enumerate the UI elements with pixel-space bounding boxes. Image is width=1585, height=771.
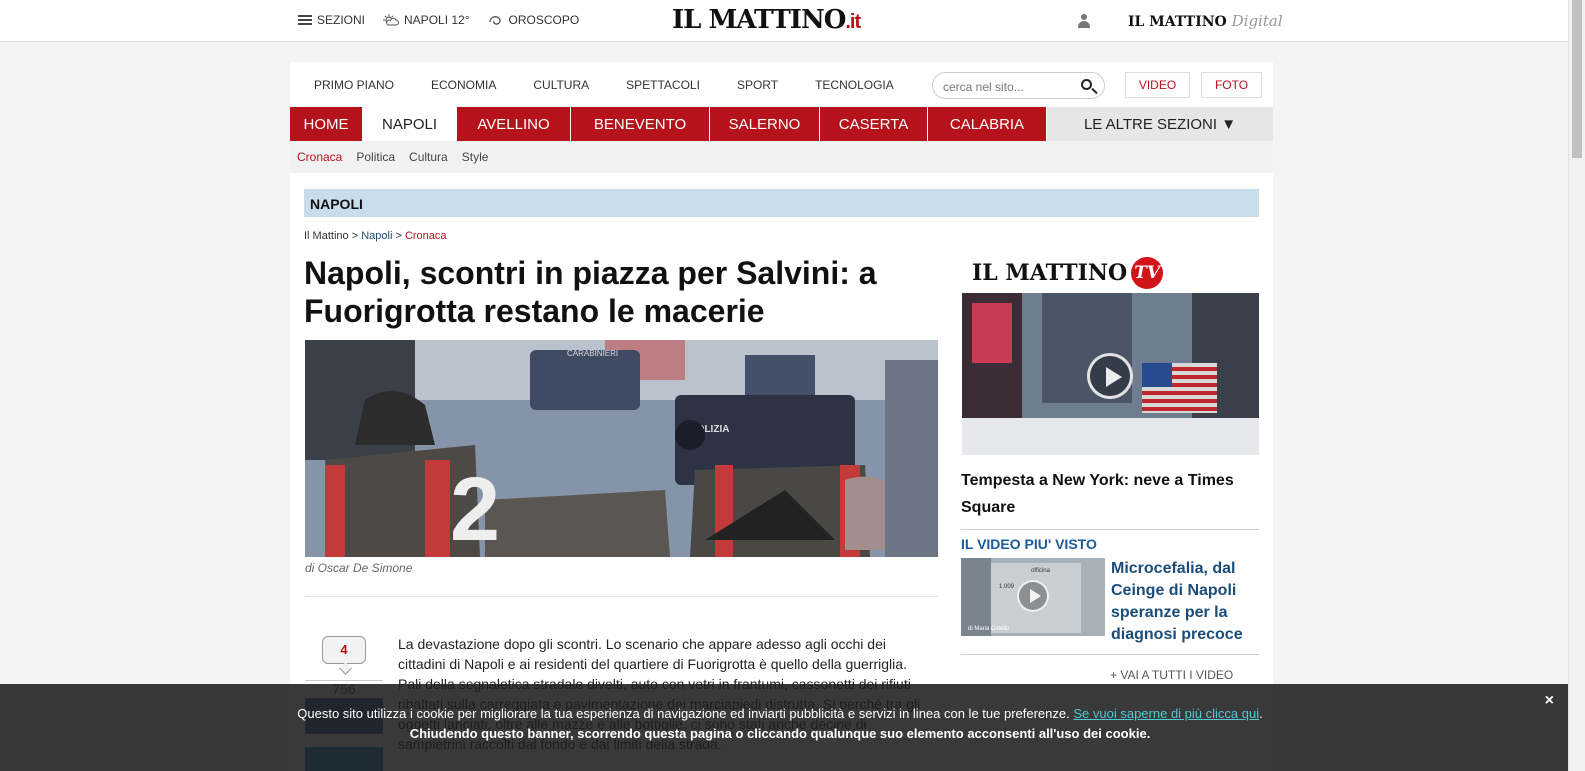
sub-nav: Cronaca Politica Cultura Style: [290, 141, 1273, 173]
horoscope-icon: [488, 16, 501, 25]
hamburger-icon: [298, 15, 312, 25]
digital-edition-logo[interactable]: IL MATTINO Digital: [1128, 12, 1283, 30]
divider: [961, 529, 1259, 530]
tv-badge: TV: [1131, 257, 1164, 289]
nav-item-cultura[interactable]: CULTURA: [533, 78, 589, 92]
city-tab-benevento[interactable]: BENEVENTO: [571, 107, 710, 141]
logo-tld: .it: [845, 11, 861, 33]
digital-logo-text: IL MATTINO: [1128, 14, 1227, 30]
nav-item-primo-piano[interactable]: PRIMO PIANO: [314, 78, 394, 92]
small-video-tag-1: 1.009: [999, 584, 1015, 590]
top-header: SEZIONI NAPOLI 12° OROSCOPO IL MATTINO.i…: [0, 0, 1568, 42]
breadcrumb-cronaca[interactable]: Cronaca: [405, 230, 447, 242]
sub-nav-politica[interactable]: Politica: [356, 150, 395, 164]
nav-item-sport[interactable]: SPORT: [737, 78, 778, 92]
play-icon[interactable]: [1017, 580, 1049, 612]
breadcrumb: Il Mattino > Napoli > Cronaca: [304, 230, 447, 242]
header-left-tools: SEZIONI NAPOLI 12° OROSCOPO: [298, 13, 579, 27]
horoscope-label: OROSCOPO: [508, 13, 580, 27]
small-video-tag-2: officina: [1031, 568, 1051, 574]
featured-video-title[interactable]: Tempesta a New York: neve a Times Square: [961, 467, 1259, 521]
sections-menu-button[interactable]: SEZIONI: [298, 13, 365, 27]
weather-widget[interactable]: NAPOLI 12°: [383, 13, 470, 27]
user-account-icon[interactable]: [1078, 14, 1090, 28]
city-nav: HOME NAPOLI AVELLINO BENEVENTO SALERNO C…: [290, 107, 1273, 141]
nav-item-economia[interactable]: ECONOMIA: [431, 78, 496, 92]
photo-text-carabinieri: CARABINIERI: [567, 349, 618, 358]
city-tab-calabria[interactable]: CALABRIA: [928, 107, 1047, 141]
cookie-info-link[interactable]: Se vuoi saperne di più clicca qui: [1073, 706, 1259, 721]
breadcrumb-separator: >: [351, 230, 359, 242]
most-viewed-video-title[interactable]: Microcefalia, dal Ceinge di Napoli spera…: [1111, 558, 1259, 646]
city-tab-caserta[interactable]: CASERTA: [820, 107, 928, 141]
more-sections-dropdown[interactable]: LE ALTRE SEZIONI ▼: [1047, 107, 1273, 141]
weather-label: NAPOLI 12°: [404, 13, 470, 27]
divider: [305, 596, 938, 597]
article-headline: Napoli, scontri in piazza per Salvini: a…: [304, 255, 877, 329]
cookie-banner: Questo sito utilizza i cookie per miglio…: [0, 684, 1568, 771]
cookie-consent-text: Chiudendo questo banner, scorrendo quest…: [409, 726, 1151, 741]
cookie-message: Questo sito utilizza i cookie per miglio…: [297, 706, 1070, 721]
most-viewed-video-thumbnail[interactable]: 1.009 officina di Maria Ciriello: [961, 558, 1105, 636]
video-button[interactable]: VIDEO: [1125, 72, 1190, 98]
small-video-credit: di Maria Ciriello: [968, 626, 1010, 632]
foto-button[interactable]: FOTO: [1201, 72, 1262, 98]
page-scrollbar[interactable]: [1568, 0, 1585, 771]
divider: [961, 654, 1259, 655]
mattino-tv-logo[interactable]: IL MATTINO TV: [972, 257, 1164, 289]
tv-logo-text: IL MATTINO: [972, 260, 1128, 286]
breadcrumb-root[interactable]: Il Mattino: [304, 230, 349, 242]
photo-caption: di Oscar De Simone: [305, 561, 413, 575]
logo-text: IL MATTINO: [672, 5, 846, 35]
sub-nav-cultura[interactable]: Cultura: [409, 150, 448, 164]
featured-video-thumbnail[interactable]: [962, 293, 1259, 455]
article-photo[interactable]: POLIZIA CARABINIERI 2: [305, 340, 938, 557]
city-tab-napoli[interactable]: NAPOLI: [363, 107, 457, 141]
close-icon[interactable]: ×: [1545, 692, 1554, 710]
nav-item-tecnologia[interactable]: TECNOLOGIA: [815, 78, 894, 92]
horoscope-link[interactable]: OROSCOPO: [488, 13, 580, 27]
all-videos-link[interactable]: + VAI A TUTTI I VIDEO: [1110, 668, 1233, 682]
photo-text-number: 2: [450, 460, 500, 557]
nav-item-spettacoli[interactable]: SPETTACOLI: [626, 78, 700, 92]
article-photo-illustration: POLIZIA CARABINIERI 2: [305, 340, 938, 557]
city-tab-home[interactable]: HOME: [290, 107, 363, 141]
sub-nav-style[interactable]: Style: [462, 150, 489, 164]
digital-logo-suffix: Digital: [1231, 12, 1283, 30]
scrollbar-thumb[interactable]: [1572, 0, 1582, 158]
site-logo[interactable]: IL MATTINO.it: [672, 5, 861, 35]
sections-label: SEZIONI: [317, 13, 366, 27]
cloud-sun-icon: [383, 14, 399, 26]
main-container: PRIMO PIANO ECONOMIA CULTURA SPETTACOLI …: [290, 62, 1273, 771]
breadcrumb-separator: >: [395, 230, 402, 242]
search-placeholder: cerca nel sito...: [943, 80, 1024, 94]
city-tab-salerno[interactable]: SALERNO: [710, 107, 820, 141]
search-icon[interactable]: [1081, 79, 1092, 90]
cookie-text-line1: Questo sito utilizza i cookie per miglio…: [297, 706, 1263, 721]
search-input[interactable]: cerca nel sito...: [932, 72, 1105, 99]
section-title-bar: NAPOLI: [304, 189, 1259, 217]
play-icon[interactable]: [1087, 353, 1133, 399]
city-tab-avellino[interactable]: AVELLINO: [457, 107, 571, 141]
most-viewed-label: IL VIDEO PIU' VISTO: [961, 536, 1097, 552]
breadcrumb-napoli[interactable]: Napoli: [361, 230, 392, 242]
sub-nav-cronaca[interactable]: Cronaca: [297, 150, 342, 164]
comments-count-bubble[interactable]: 4: [322, 636, 366, 664]
